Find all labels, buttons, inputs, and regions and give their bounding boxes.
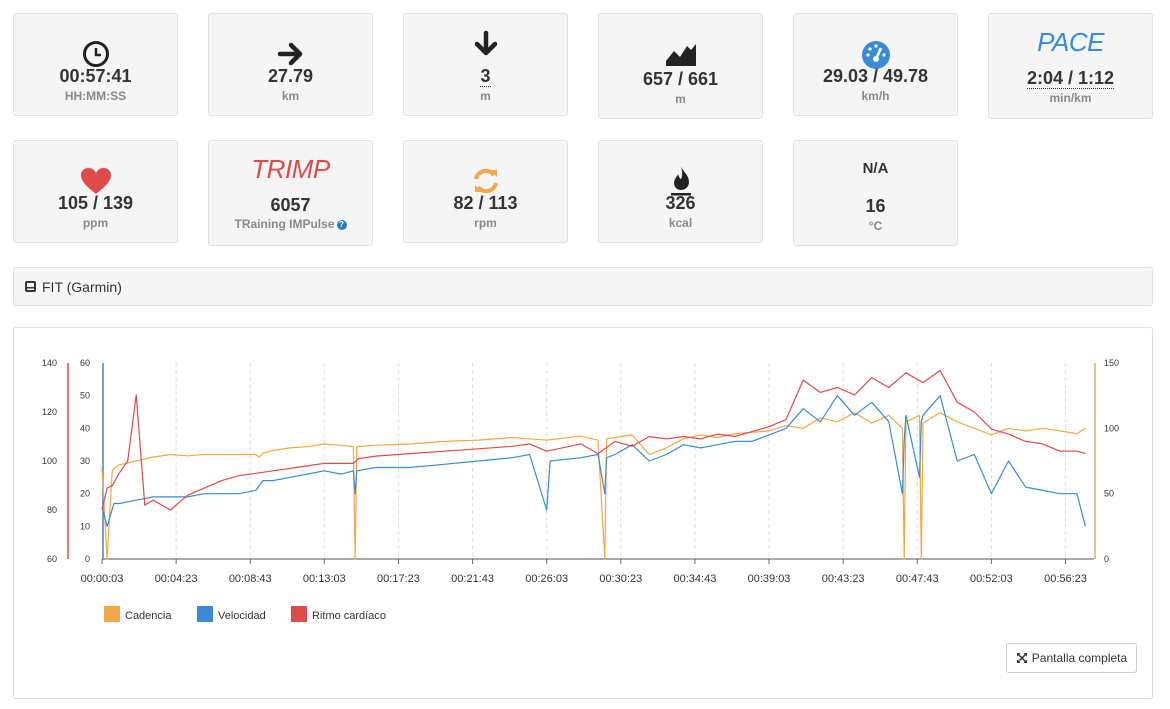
stat-trimp: TRIMP 6057 TRaining IMPulse?	[208, 140, 373, 246]
source-header: FIT (Garmin)	[13, 267, 1153, 306]
stat-distance-value: 27.79	[267, 66, 314, 86]
stat-pace-value: 2:04 / 1:12	[1026, 68, 1115, 89]
stat-trimp-unit: TRaining IMPulse	[234, 217, 335, 231]
stat-temperature-value: 16	[865, 196, 886, 216]
stat-temperature-unit: °C	[868, 219, 883, 233]
arrow-down-icon	[404, 26, 567, 62]
stat-heart-rate-value: 105 / 139	[57, 193, 134, 213]
stat-heart-rate: 105 / 139 ppm	[13, 140, 178, 243]
stat-time: 00:57:41 HH:MM:SS	[13, 13, 178, 116]
stat-cadence: 82 / 113 rpm	[403, 140, 568, 243]
stat-descent-unit: m	[480, 89, 491, 103]
area-chart-icon	[599, 36, 762, 72]
stat-temperature: N/A 16 °C	[793, 140, 958, 246]
stat-elevation-value: 657 / 661	[642, 69, 719, 89]
stat-elevation-unit: m	[675, 92, 686, 106]
expand-icon	[1016, 653, 1027, 663]
stat-time-value: 00:57:41	[59, 66, 132, 86]
device-icon	[25, 281, 36, 292]
stat-speed-value: 29.03 / 49.78	[822, 66, 929, 86]
stat-pace-unit: min/km	[1049, 91, 1092, 105]
pace-label: PACE	[1037, 26, 1104, 57]
stat-distance: 27.79 km	[208, 13, 373, 116]
stat-calories-unit: kcal	[668, 216, 693, 230]
stat-descent-value: 3	[480, 66, 491, 87]
stat-distance-unit: km	[281, 89, 300, 103]
temperature-status: N/A	[862, 160, 889, 177]
stat-calories: 326 kcal	[598, 140, 763, 243]
stat-speed-unit: km/h	[861, 89, 890, 103]
stat-descent: 3 m	[403, 13, 568, 116]
source-label: FIT (Garmin)	[42, 278, 122, 295]
stat-pace: PACE 2:04 / 1:12 min/km	[988, 13, 1153, 119]
stat-cadence-value: 82 / 113	[453, 193, 518, 213]
fullscreen-label: Pantalla completa	[1031, 651, 1128, 665]
stat-speed: 29.03 / 49.78 km/h	[793, 13, 958, 116]
fullscreen-button[interactable]: Pantalla completa	[1006, 643, 1137, 673]
chart-panel	[13, 327, 1153, 699]
stat-heart-rate-unit: ppm	[82, 216, 109, 230]
stat-trimp-value: 6057	[270, 195, 311, 215]
stat-calories-value: 326	[665, 193, 696, 213]
stat-elevation: 657 / 661 m	[598, 13, 763, 119]
question-circle-icon[interactable]: ?	[336, 219, 347, 230]
stat-time-unit: HH:MM:SS	[64, 89, 127, 103]
stat-cadence-unit: rpm	[474, 216, 497, 230]
trimp-label: TRIMP	[251, 153, 330, 184]
